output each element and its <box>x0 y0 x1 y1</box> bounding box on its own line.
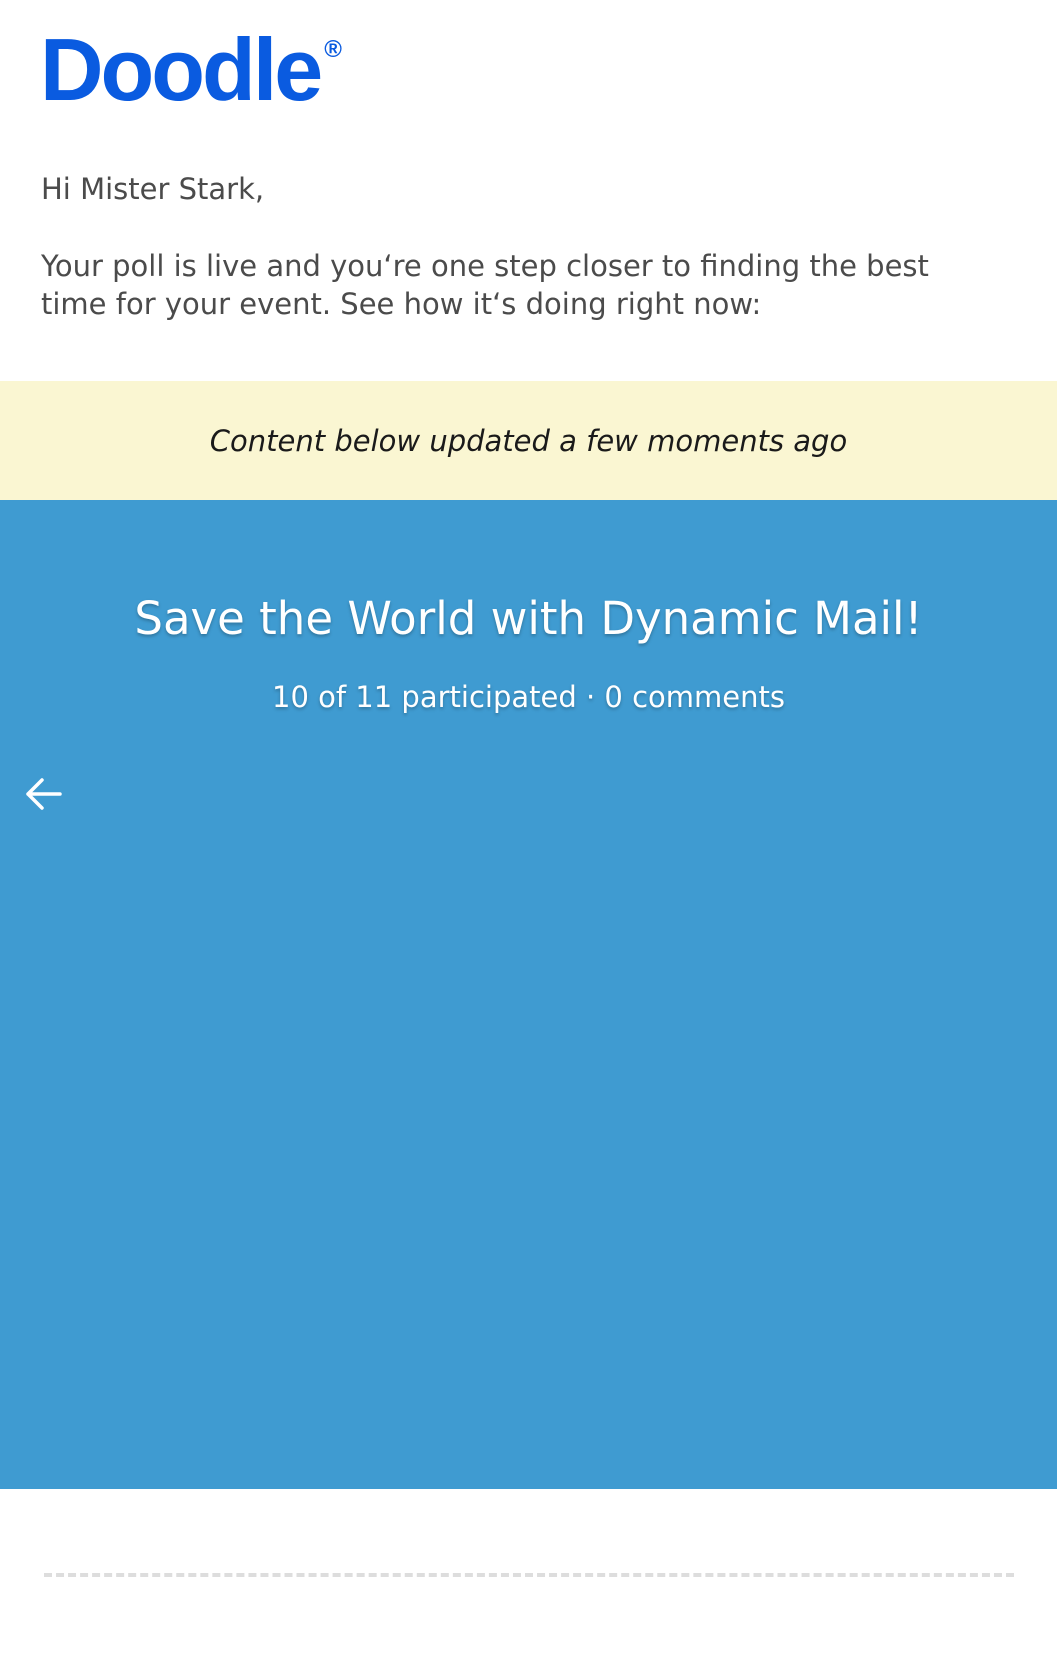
logo-text: Doodle <box>40 20 323 119</box>
update-banner: Content below updated a few moments ago <box>0 381 1057 500</box>
registered-mark: ® <box>324 36 342 63</box>
greeting-text: Hi Mister Stark, <box>41 172 265 206</box>
doodle-logo: Doodle ® <box>40 26 342 116</box>
email-page: Doodle ® Hi Mister Stark, Your poll is l… <box>0 0 1060 1670</box>
dashed-divider <box>44 1573 1014 1577</box>
poll-stats: 10 of 11 participated · 0 comments <box>272 680 785 714</box>
poll-title: Save the World with Dynamic Mail! <box>134 592 923 645</box>
intro-paragraph: Your poll is live and you‘re one step cl… <box>41 249 929 321</box>
arrow-left-icon[interactable] <box>20 770 68 818</box>
update-status-text: Content below updated a few moments ago <box>209 423 848 458</box>
poll-card: Save the World with Dynamic Mail! 10 of … <box>0 500 1057 1489</box>
